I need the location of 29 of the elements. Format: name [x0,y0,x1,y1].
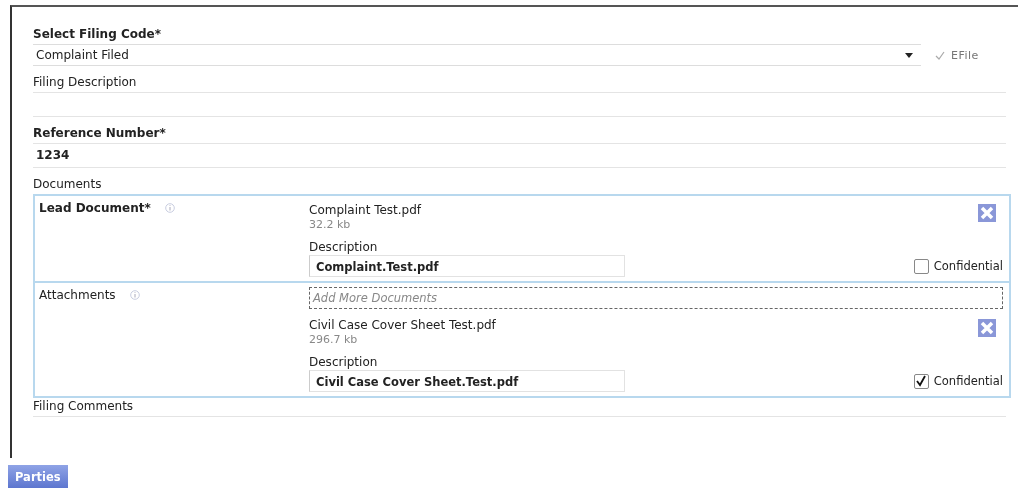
document-type-label: Lead Document* [39,201,151,215]
field-label: Reference Number* [33,125,167,141]
field-label: Select Filing Code* [33,26,162,42]
efile-label: EFile [951,48,979,62]
confidential-label: Confidential [933,259,1003,273]
filing-description-field[interactable] [33,92,1006,117]
caret-icon [905,52,913,58]
file-name: Civil Case Cover Sheet Test.pdf [309,317,496,333]
info-icon [164,203,175,213]
section-label: Documents [33,176,103,192]
confidential-label: Confidential [933,374,1003,388]
remove-icon[interactable] [978,204,996,222]
description-field[interactable]: Civil Case Cover Sheet.Test.pdf [309,370,625,392]
reference-number-field[interactable]: 1234 [33,143,1006,168]
document-type-label: Attachments [39,288,116,302]
description-field[interactable]: Complaint.Test.pdf [309,255,625,277]
description-label: Description [309,240,379,255]
info-icon [129,290,140,300]
confidential-checkbox[interactable] [913,258,929,274]
confidential-checkbox[interactable] [913,373,929,389]
file-size: 32.2 kb [309,218,352,232]
description-label: Description [309,355,379,370]
filing-code-dropdown[interactable]: Complaint Filed [33,44,921,66]
remove-icon[interactable] [978,319,996,337]
file-size: 296.7 kb [309,333,359,347]
field-label: Filing Description [33,74,138,90]
file-name: Complaint Test.pdf [309,202,422,218]
add-documents-dropzone[interactable]: Add More Documents [309,287,1003,309]
field-label: Filing Comments [33,398,135,414]
